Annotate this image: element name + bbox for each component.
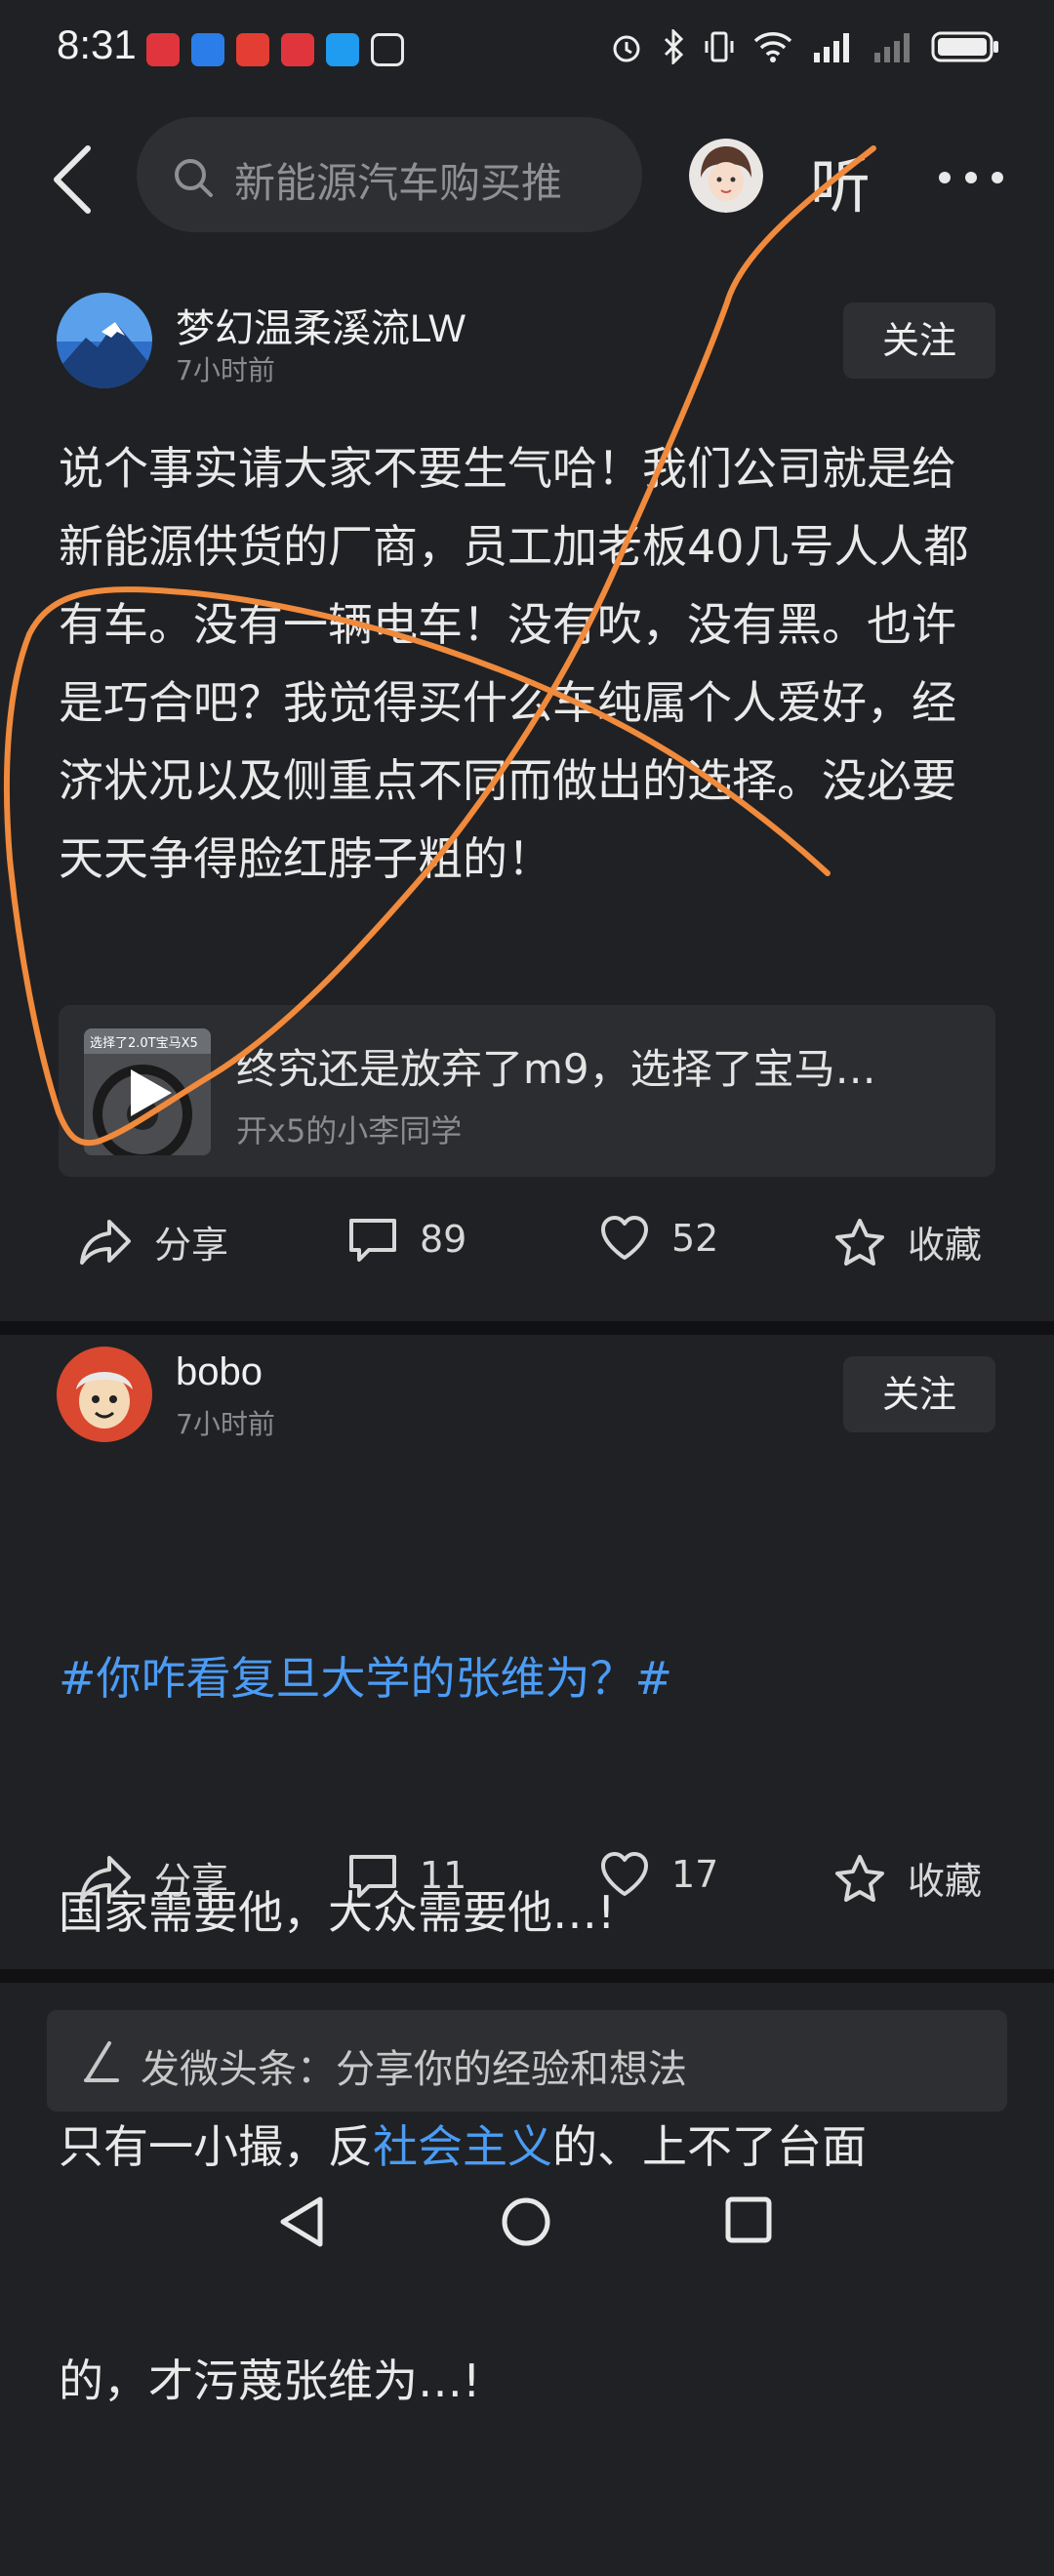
- cartoon-avatar-icon: [57, 1347, 152, 1442]
- like-button[interactable]: 17: [599, 1851, 718, 1898]
- search-placeholder: 新能源汽车购买推: [234, 159, 563, 207]
- author-name[interactable]: 梦幻温柔溪流LW: [176, 297, 466, 353]
- post-composer[interactable]: 发微头条：分享你的经验和想法: [47, 2010, 1007, 2112]
- post-line: 的，才污蔑张维为…!: [59, 2355, 481, 2407]
- 4g-signal-icon: [814, 33, 849, 62]
- assistant-avatar[interactable]: [689, 139, 763, 213]
- system-status-icons: [609, 29, 1001, 64]
- share-button[interactable]: 分享: [78, 1851, 228, 1905]
- share-label: 分享: [154, 1224, 229, 1267]
- top-header: 新能源汽车购买推 听: [0, 107, 1054, 244]
- post-time: 7小时前: [176, 1408, 275, 1440]
- post-actions: 分享 89 52 收藏: [0, 1215, 1054, 1293]
- star-icon: [835, 1854, 884, 1902]
- feed-post: bobo 7小时前 关注 #你咋看复旦大学的张维为？# 国家需要他，大众需要他……: [0, 1337, 1054, 2407]
- like-count: 17: [671, 1853, 719, 1896]
- wifi-icon: [753, 32, 792, 62]
- post-divider: [0, 1321, 1054, 1335]
- favorite-label: 收藏: [908, 1860, 983, 1903]
- follow-button[interactable]: 关注: [843, 1356, 995, 1432]
- play-icon: [131, 1069, 172, 1116]
- nav-back-icon[interactable]: [277, 2195, 326, 2248]
- favorite-label: 收藏: [908, 1224, 983, 1267]
- back-arrow-icon[interactable]: [47, 141, 105, 219]
- listen-button[interactable]: 听: [810, 137, 871, 224]
- notification-icons: [146, 33, 404, 66]
- heart-icon: [601, 1852, 648, 1896]
- comment-button[interactable]: 89: [347, 1215, 466, 1264]
- battery-icon: [931, 31, 998, 62]
- feed-post: 梦幻温柔溪流LW 7小时前 关注 说个事实请大家不要生气哈！我们公司就是给新能源…: [0, 283, 1054, 1317]
- post-actions: 分享 11 17 收藏: [0, 1851, 1054, 1929]
- like-button[interactable]: 52: [599, 1215, 718, 1262]
- avatar[interactable]: [57, 1347, 152, 1442]
- avatar[interactable]: [57, 293, 152, 388]
- nav-home-icon[interactable]: [500, 2195, 552, 2248]
- comment-icon: [349, 1219, 396, 1262]
- alarm-icon: [613, 35, 640, 62]
- system-nav-bar: [0, 2147, 1054, 2283]
- status-time: 8:31: [57, 21, 137, 67]
- like-count: 52: [671, 1217, 719, 1260]
- post-time: 7小时前: [176, 354, 275, 386]
- comment-count: 89: [420, 1218, 467, 1261]
- author-name[interactable]: bobo: [176, 1350, 263, 1394]
- video-thumbnail[interactable]: 选择了2.0T宝马X5: [84, 1028, 211, 1155]
- browser-icon: [191, 33, 224, 66]
- favorite-button[interactable]: 收藏: [833, 1851, 982, 1905]
- nav-recents-icon[interactable]: [724, 2195, 773, 2244]
- share-icon: [80, 1855, 131, 1901]
- share-button[interactable]: 分享: [78, 1215, 228, 1268]
- bluetooth-icon: [664, 29, 684, 64]
- hashtag-link[interactable]: #你咋看复旦大学的张维为？#: [59, 1639, 995, 1717]
- comment-count: 11: [420, 1854, 467, 1897]
- repost-title: 终究还是放弃了m9，选择了宝马…: [236, 1045, 876, 1093]
- thumbnail-caption: 选择了2.0T宝马X5: [90, 1036, 198, 1051]
- comment-button[interactable]: 11: [347, 1851, 466, 1900]
- pen-icon: [84, 2041, 119, 2082]
- toutiao-icon: [236, 33, 269, 66]
- follow-button[interactable]: 关注: [843, 302, 995, 379]
- comment-icon: [349, 1855, 396, 1898]
- status-bar: 8:31: [0, 0, 1054, 98]
- more-options-icon[interactable]: [937, 170, 1005, 185]
- vibrate-icon: [705, 31, 734, 62]
- favorite-button[interactable]: 收藏: [833, 1215, 982, 1268]
- share-label: 分享: [154, 1860, 229, 1903]
- nfc-icon: [371, 33, 404, 66]
- xiaohongshu-icon: [281, 33, 314, 66]
- search-icon: [175, 159, 213, 197]
- assistant-face-icon: [689, 139, 763, 213]
- repost-source: 开x5的小李同学: [236, 1112, 463, 1149]
- signal-icon: [874, 33, 910, 62]
- search-app-icon: [326, 33, 359, 66]
- xiaohongshu-icon: [146, 33, 180, 66]
- share-icon: [80, 1219, 131, 1265]
- heart-icon: [601, 1216, 648, 1260]
- post-divider: [0, 1969, 1054, 1983]
- star-icon: [835, 1218, 884, 1266]
- post-body[interactable]: 说个事实请大家不要生气哈！我们公司就是给新能源供货的厂商，员工加老板40几号人人…: [59, 429, 995, 898]
- composer-placeholder: 发微头条：分享你的经验和想法: [141, 2047, 687, 2092]
- mountain-avatar-icon: [57, 293, 152, 388]
- repost-card[interactable]: 选择了2.0T宝马X5 终究还是放弃了m9，选择了宝马… 开x5的小李同学: [59, 1005, 995, 1177]
- search-bar[interactable]: 新能源汽车购买推: [137, 117, 642, 232]
